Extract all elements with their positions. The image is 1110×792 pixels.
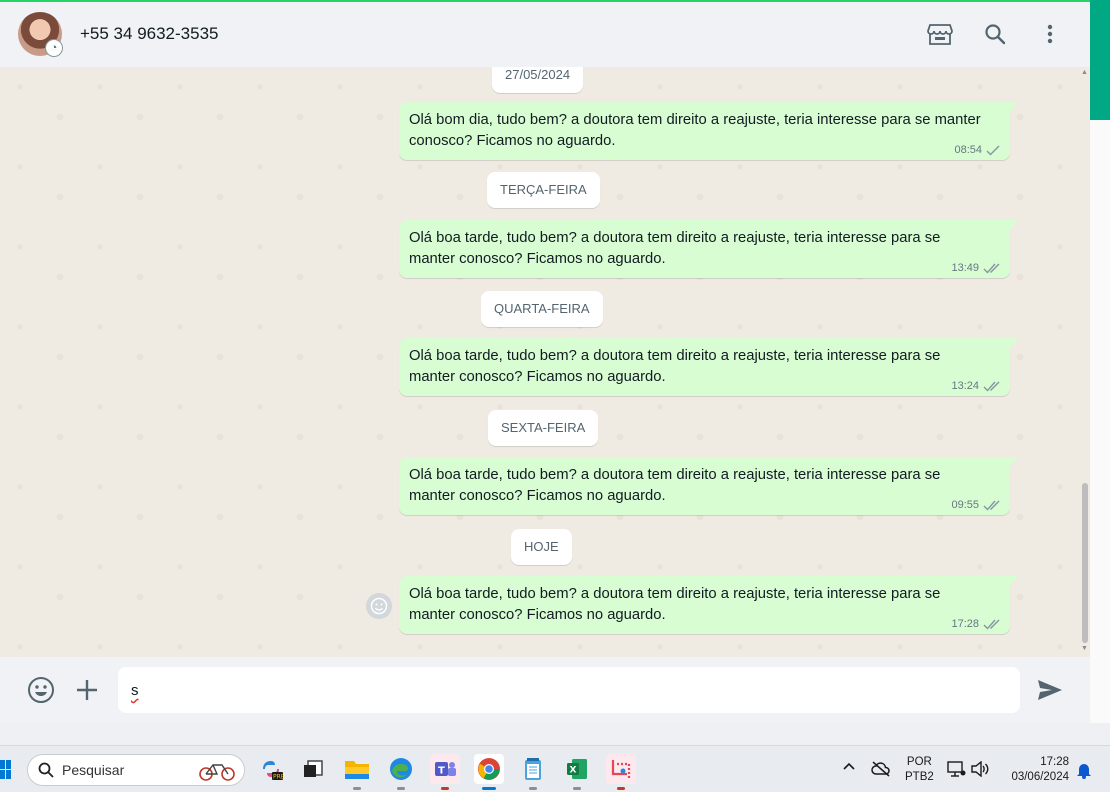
- message-bubble[interactable]: Olá boa tarde, tudo bem? a doutora tem d…: [399, 220, 1018, 278]
- message-bubble[interactable]: Olá bom dia, tudo bem? a doutora tem dir…: [399, 102, 1018, 160]
- message-input[interactable]: s: [118, 667, 1020, 713]
- edge-icon[interactable]: [386, 754, 416, 790]
- double-check-icon: [983, 381, 1000, 392]
- teams-icon[interactable]: T: [430, 754, 460, 790]
- store-icon[interactable]: [926, 20, 954, 48]
- contact-name[interactable]: +55 34 9632-3535: [80, 24, 219, 44]
- message-text: Olá bom dia, tudo bem? a doutora tem dir…: [409, 112, 981, 149]
- emoji-icon[interactable]: [26, 675, 56, 705]
- send-icon[interactable]: [1035, 675, 1065, 705]
- message-time: 13:24: [951, 380, 979, 392]
- svg-text:X: X: [570, 766, 577, 776]
- message-bubble[interactable]: Olá boa tarde, tudo bem? a doutora tem d…: [399, 338, 1018, 396]
- search-icon: [38, 762, 54, 778]
- message-text: Olá boa tarde, tudo bem? a doutora tem d…: [409, 230, 941, 267]
- chat-header: ◔ +55 34 9632-3535: [0, 0, 1090, 67]
- message-time: 08:54: [954, 144, 982, 156]
- app-running-indicator: [573, 787, 581, 790]
- network-icon[interactable]: [947, 761, 967, 777]
- clock-date: 03/06/2024: [1011, 771, 1069, 783]
- message-time: 17:28: [951, 618, 979, 630]
- message-meta: 09:55: [951, 499, 1000, 511]
- more-vertical-icon[interactable]: [1036, 20, 1064, 48]
- window-bottom-gap: [0, 723, 1110, 745]
- cloud-offline-icon[interactable]: [871, 761, 891, 777]
- message-meta: 08:54: [954, 144, 1000, 156]
- svg-text:T: T: [438, 766, 445, 777]
- message-meta: 17:28: [951, 618, 1000, 630]
- app-active-indicator: [482, 787, 496, 790]
- app-running-indicator: [441, 787, 449, 790]
- language-line2: PTB2: [905, 771, 934, 783]
- chevron-up-icon[interactable]: [842, 761, 856, 771]
- conversation-panel: 27/05/2024 Olá bom dia, tudo bem? a dout…: [0, 67, 1090, 657]
- scroll-thumb[interactable]: [1082, 483, 1088, 643]
- app-running-indicator: [529, 787, 537, 790]
- svg-text:PRE: PRE: [273, 774, 283, 781]
- message-meta: 13:49: [951, 262, 1000, 274]
- scroll-up-icon[interactable]: ▲: [1081, 69, 1088, 76]
- windows-taskbar: Pesquisar PRE T X POR PTB2 17:28 03/06/2…: [0, 745, 1110, 792]
- date-label: SEXTA-FEIRA: [488, 410, 599, 446]
- message-text: Olá boa tarde, tudo bem? a doutora tem d…: [409, 586, 941, 623]
- double-check-icon: [983, 263, 1000, 274]
- chrome-icon[interactable]: [474, 754, 504, 790]
- status-ring-icon: ◔: [45, 39, 63, 57]
- message-text: Olá boa tarde, tudo bem? a doutora tem d…: [409, 348, 941, 385]
- windows-start-icon[interactable]: [0, 760, 12, 780]
- chat-scrollbar[interactable]: ▲ ▼: [1080, 67, 1090, 657]
- plus-icon[interactable]: [72, 675, 102, 705]
- excel-icon[interactable]: X: [562, 754, 592, 790]
- snipping-tool-icon[interactable]: [606, 754, 636, 790]
- app-running-indicator: [617, 787, 625, 790]
- file-explorer-icon[interactable]: [342, 754, 372, 790]
- input-language[interactable]: POR PTB2: [905, 755, 934, 785]
- message-bubble[interactable]: Olá boa tarde, tudo bem? a doutora tem d…: [399, 576, 1018, 634]
- message-input-value: s: [131, 682, 139, 699]
- volume-icon[interactable]: [971, 761, 989, 777]
- app-running-indicator: [353, 787, 361, 790]
- message-meta: 13:24: [951, 380, 1000, 392]
- emoji-reaction-icon[interactable]: [366, 593, 392, 619]
- taskbar-search[interactable]: Pesquisar: [27, 754, 245, 786]
- double-check-icon: [983, 500, 1000, 511]
- notepad-icon[interactable]: [518, 754, 548, 790]
- double-check-icon: [983, 619, 1000, 630]
- bicycle-icon: [199, 764, 235, 781]
- message-time: 13:49: [951, 262, 979, 274]
- date-label: TERÇA-FEIRA: [487, 172, 600, 208]
- clock-time: 17:28: [1040, 756, 1069, 768]
- message-composer: s: [0, 657, 1090, 723]
- copilot-icon[interactable]: PRE: [256, 754, 286, 784]
- search-icon[interactable]: [981, 20, 1009, 48]
- notification-bell-icon[interactable]: [1076, 761, 1092, 779]
- message-text: Olá boa tarde, tudo bem? a doutora tem d…: [409, 467, 941, 504]
- search-placeholder: Pesquisar: [62, 762, 125, 778]
- clock[interactable]: 17:28 03/06/2024: [1003, 755, 1069, 785]
- scroll-down-icon[interactable]: ▼: [1081, 645, 1088, 652]
- window-side-strip: [1090, 0, 1110, 745]
- date-label: HOJE: [511, 529, 572, 565]
- message-time: 09:55: [951, 499, 979, 511]
- language-line1: POR: [906, 756, 932, 768]
- date-label: 27/05/2024: [492, 67, 584, 93]
- date-label: QUARTA-FEIRA: [481, 291, 603, 327]
- message-bubble[interactable]: Olá boa tarde, tudo bem? a doutora tem d…: [399, 457, 1018, 515]
- single-check-icon: [986, 145, 1000, 156]
- task-view-icon[interactable]: [298, 754, 328, 784]
- app-running-indicator: [397, 787, 405, 790]
